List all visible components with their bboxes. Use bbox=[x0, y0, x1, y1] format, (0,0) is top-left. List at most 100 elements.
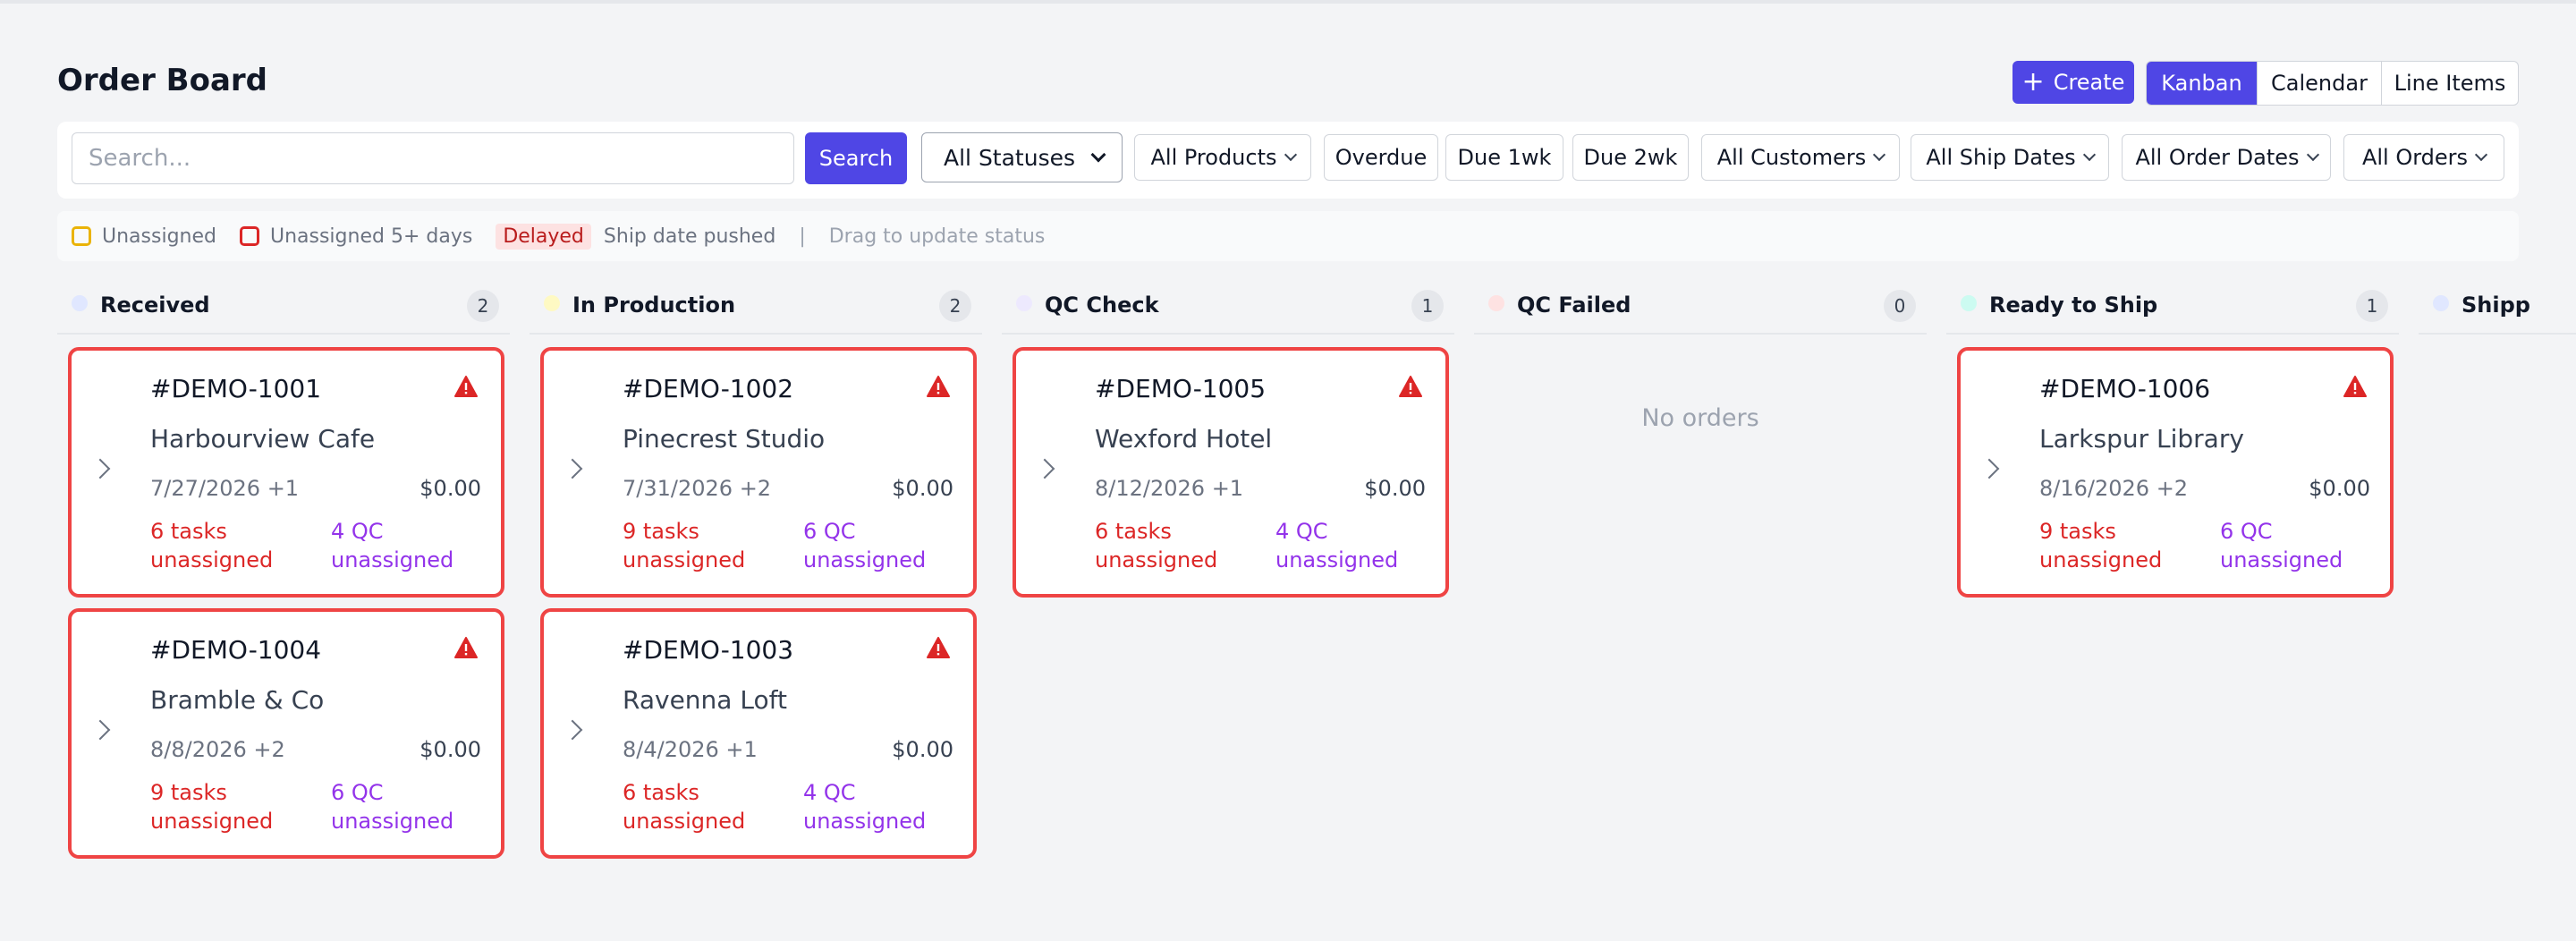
customers-filter[interactable]: All Customers bbox=[1701, 134, 1900, 181]
search-button[interactable]: Search bbox=[805, 132, 907, 184]
qc-unassigned: 4 QC unassigned bbox=[803, 780, 927, 834]
chevron-right-icon[interactable] bbox=[562, 719, 583, 741]
qc-unassigned: 6 QC unassigned bbox=[331, 780, 454, 834]
tasks-unassigned: 9 tasks unassigned bbox=[623, 519, 746, 572]
page-title: Order Board bbox=[57, 63, 267, 98]
tasks-unassigned: 6 tasks unassigned bbox=[150, 519, 274, 572]
order-card[interactable]: #DEMO-1002 Pinecrest Studio 7/31/2026 +2 $0… bbox=[540, 347, 977, 598]
order-number: #DEMO-1005 bbox=[1095, 374, 1267, 403]
orders-filter-label: All Orders bbox=[2361, 145, 2469, 170]
column-count-badge: 1 bbox=[1411, 290, 1444, 322]
status-dot bbox=[1488, 295, 1504, 311]
orders-filter[interactable]: All Orders bbox=[2343, 134, 2504, 181]
create-button[interactable]: + Create bbox=[2012, 61, 2134, 104]
view-toggle: Kanban Calendar Line Items bbox=[2146, 61, 2519, 106]
legend-unassigned-5-days: Unassigned 5+ days bbox=[269, 225, 473, 248]
chevron-down-icon bbox=[2474, 148, 2488, 162]
column-header: QC Check 1 bbox=[1002, 288, 1454, 335]
column-header: Received 2 bbox=[57, 288, 510, 335]
order-card[interactable]: #DEMO-1005 Wexford Hotel 8/12/2026 +1 $0.00… bbox=[1013, 347, 1449, 598]
view-line-items-button[interactable]: Line Items bbox=[2381, 62, 2518, 105]
due-1wk-filter-button[interactable]: Due 1wk bbox=[1445, 134, 1563, 181]
unassigned-5-days-swatch bbox=[239, 226, 259, 246]
warning-icon bbox=[927, 637, 950, 658]
order-number: #DEMO-1001 bbox=[150, 374, 322, 403]
legend-drag-hint: Drag to update status bbox=[828, 225, 1046, 248]
ship-dates-filter[interactable]: All Ship Dates bbox=[1911, 134, 2109, 181]
ship-date: 7/27/2026 +1 bbox=[150, 476, 300, 501]
column-title: Ready to Ship bbox=[1989, 292, 2158, 318]
column-title: QC Failed bbox=[1517, 292, 1631, 318]
chevron-down-icon bbox=[2082, 148, 2096, 162]
plus-icon: + bbox=[2021, 66, 2045, 97]
chevron-right-icon[interactable] bbox=[562, 458, 583, 479]
warning-icon bbox=[454, 376, 478, 397]
chevron-down-icon bbox=[1284, 148, 1297, 162]
column-count-badge: 1 bbox=[2356, 290, 2388, 322]
chevron-right-icon[interactable] bbox=[89, 719, 111, 741]
chevron-right-icon[interactable] bbox=[89, 458, 111, 479]
chevron-right-icon[interactable] bbox=[1034, 458, 1055, 479]
filter-bar: Search All Statuses All Products Overdue… bbox=[57, 122, 2519, 199]
ship-date: 8/8/2026 +2 bbox=[150, 737, 285, 762]
search-input[interactable] bbox=[72, 132, 794, 184]
chevron-down-icon bbox=[2306, 148, 2319, 162]
column-count-badge: 0 bbox=[1884, 290, 1916, 322]
column-header: Shipp bbox=[2419, 288, 2576, 335]
warning-icon bbox=[2343, 376, 2367, 397]
customer-name: Ravenna Loft bbox=[623, 685, 787, 715]
ship-dates-filter-label: All Ship Dates bbox=[1926, 145, 2076, 170]
column-title: In Production bbox=[572, 292, 736, 318]
order-card[interactable]: #DEMO-1003 Ravenna Loft 8/4/2026 +1 $0.00 6 … bbox=[540, 608, 977, 859]
delayed-badge: Delayed bbox=[496, 223, 591, 250]
status-select[interactable]: All Statuses bbox=[921, 132, 1123, 182]
unassigned-swatch bbox=[72, 226, 91, 246]
chevron-right-icon[interactable] bbox=[1979, 458, 2000, 479]
column-header: In Production 2 bbox=[530, 288, 982, 335]
order-card[interactable]: #DEMO-1006 Larkspur Library 8/16/2026 +2 $0… bbox=[1957, 347, 2394, 598]
ship-date: 8/16/2026 +2 bbox=[2039, 476, 2189, 501]
order-dates-filter-label: All Order Dates bbox=[2135, 145, 2300, 170]
ship-date: 7/31/2026 +2 bbox=[623, 476, 772, 501]
products-filter-label: All Products bbox=[1150, 145, 1277, 170]
legend-separator: | bbox=[799, 225, 806, 248]
order-amount: $0.00 bbox=[892, 476, 953, 501]
due-2wk-filter-button[interactable]: Due 2wk bbox=[1572, 134, 1689, 181]
legend-delayed-text: Ship date pushed bbox=[603, 225, 776, 248]
qc-unassigned: 6 QC unassigned bbox=[2220, 519, 2343, 572]
order-number: #DEMO-1002 bbox=[623, 374, 794, 403]
qc-unassigned: 4 QC unassigned bbox=[1275, 519, 1399, 572]
ship-date: 8/12/2026 +1 bbox=[1095, 476, 1244, 501]
order-dates-filter[interactable]: All Order Dates bbox=[2122, 134, 2331, 181]
customer-name: Wexford Hotel bbox=[1095, 424, 1273, 454]
warning-icon bbox=[454, 637, 478, 658]
order-card[interactable]: #DEMO-1001 Harbourview Cafe 7/27/2026 +1 $0… bbox=[68, 347, 504, 598]
customer-name: Bramble & Co bbox=[150, 685, 325, 715]
empty-column-message: No orders bbox=[1641, 404, 1759, 432]
order-amount: $0.00 bbox=[892, 737, 953, 762]
products-filter[interactable]: All Products bbox=[1134, 134, 1311, 181]
order-amount: $0.00 bbox=[419, 737, 481, 762]
customer-name: Larkspur Library bbox=[2039, 424, 2244, 454]
column-title: Received bbox=[100, 292, 210, 318]
legend-bar: Unassigned Unassigned 5+ days Delayed Sh… bbox=[57, 211, 2519, 261]
status-dot bbox=[2433, 295, 2449, 311]
status-dot bbox=[1016, 295, 1032, 311]
order-number: #DEMO-1006 bbox=[2039, 374, 2211, 403]
qc-unassigned: 4 QC unassigned bbox=[331, 519, 454, 572]
view-calendar-button[interactable]: Calendar bbox=[2257, 62, 2381, 105]
order-number: #DEMO-1003 bbox=[623, 635, 794, 665]
chevron-down-icon bbox=[1873, 148, 1886, 162]
column-header: Ready to Ship 1 bbox=[1946, 288, 2399, 335]
order-card[interactable]: #DEMO-1004 Bramble & Co 8/8/2026 +2 $0.00 9 … bbox=[68, 608, 504, 859]
view-kanban-button[interactable]: Kanban bbox=[2147, 62, 2257, 105]
column-title: QC Check bbox=[1045, 292, 1159, 318]
overdue-filter-button[interactable]: Overdue bbox=[1324, 134, 1438, 181]
warning-icon bbox=[927, 376, 950, 397]
legend-unassigned: Unassigned bbox=[102, 225, 216, 248]
order-number: #DEMO-1004 bbox=[150, 635, 322, 665]
tasks-unassigned: 9 tasks unassigned bbox=[150, 780, 274, 834]
customer-name: Harbourview Cafe bbox=[150, 424, 376, 454]
ship-date: 8/4/2026 +1 bbox=[623, 737, 758, 762]
tasks-unassigned: 9 tasks unassigned bbox=[2039, 519, 2163, 572]
